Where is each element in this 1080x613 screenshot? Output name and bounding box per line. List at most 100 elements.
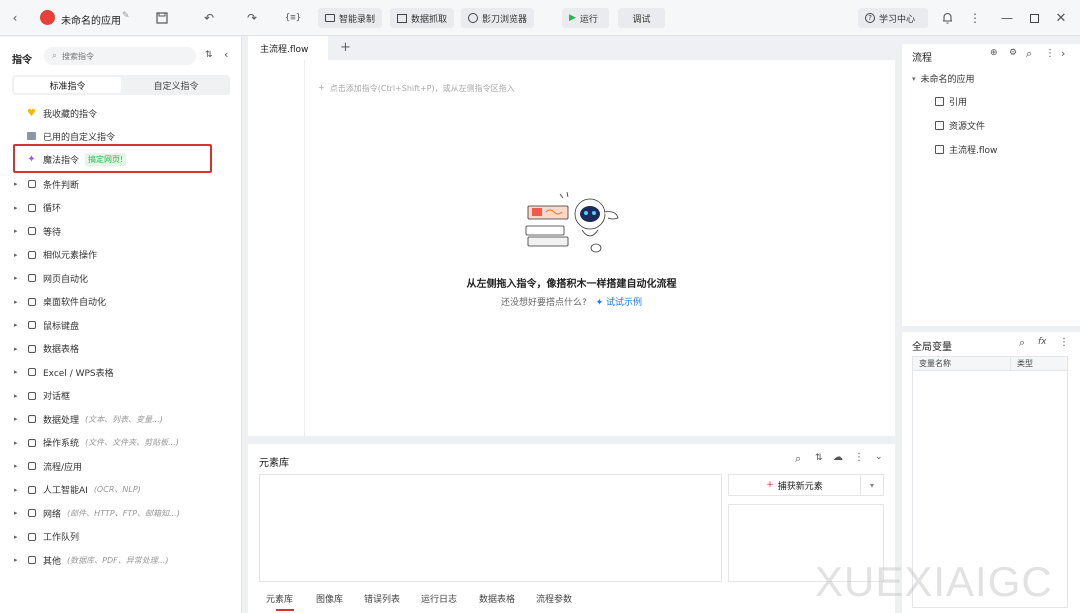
desktop-icon <box>26 296 37 307</box>
smart-record-button[interactable]: 智能录制 <box>318 8 383 28</box>
instruction-category-hint: (OCR、NLP) <box>93 485 141 494</box>
search-icon[interactable]: ⌕ <box>1026 47 1032 61</box>
instruction-category[interactable]: ▸ 相似元素操作 <box>14 247 103 263</box>
bottom-tab[interactable]: 图像库 <box>316 592 343 605</box>
flow-root[interactable]: ▾ 未命名的应用 <box>912 72 975 86</box>
used-custom-instructions[interactable]: 已用的自定义指令 <box>26 128 115 144</box>
instruction-category[interactable]: ▸ 其他 (数据库、PDF、异常处理...) <box>14 552 168 568</box>
chevron-down-icon[interactable]: ⌄ <box>875 452 883 462</box>
box-icon <box>26 131 37 142</box>
instruction-category-label: 数据表格 <box>43 345 80 355</box>
favorite-label: 我收藏的指令 <box>43 109 98 120</box>
search-icon: ⌕ <box>52 51 58 61</box>
add-tab-icon[interactable]: + <box>340 40 351 55</box>
instruction-category[interactable]: ▸ 鼠标键盘 <box>14 317 85 333</box>
search-icon[interactable]: ⌕ <box>1019 336 1025 350</box>
instruction-category[interactable]: ▸ 等待 <box>14 223 67 239</box>
magic-instruction[interactable]: ✦ 魔法指令 搞定网页! <box>26 151 127 167</box>
hourglass-icon <box>26 226 37 237</box>
more-icon[interactable]: ⋮ <box>1059 337 1069 348</box>
instruction-category[interactable]: ▸ 人工智能AI (OCR、NLP) <box>14 482 141 498</box>
bottom-tab[interactable]: 流程参数 <box>536 592 572 605</box>
function-icon[interactable]: fx <box>1038 337 1047 347</box>
run-button[interactable]: ▶ 运行 <box>562 8 609 28</box>
grid-icon <box>26 555 37 566</box>
capture-new-element-button[interactable]: + 捕获新元素 ▾ <box>728 474 884 496</box>
more-icon[interactable]: ⋮ <box>1045 48 1055 59</box>
undo-icon[interactable]: ↶ <box>200 9 218 27</box>
collapse-left-icon[interactable]: ‹ <box>224 48 228 61</box>
instruction-category[interactable]: ▸ 数据处理 (文本、列表、变量...) <box>14 411 163 427</box>
instruction-search[interactable]: ⌕ <box>44 47 196 65</box>
run-label: 运行 <box>579 14 598 25</box>
help-icon: ? <box>865 13 875 23</box>
instruction-category[interactable]: ▸ 循环 <box>14 200 67 216</box>
instruction-category-label: 网络 <box>43 509 62 520</box>
back-icon[interactable]: ‹ <box>6 9 24 27</box>
maximize-icon[interactable] <box>1025 9 1043 27</box>
edit-name-icon[interactable]: ✎ <box>122 11 130 21</box>
instruction-category-hint: (邮件、HTTP、FTP、邮箱知...) <box>67 508 180 518</box>
redo-icon[interactable]: ↷ <box>243 9 261 27</box>
bell-icon[interactable] <box>938 9 956 27</box>
learning-center-label: 学习中心 <box>879 14 916 25</box>
chevron-down-icon[interactable]: ▾ <box>861 481 883 490</box>
debug-button[interactable]: 调试 <box>618 8 665 28</box>
instruction-category[interactable]: ▸ 对话框 <box>14 388 76 404</box>
element-tree-area[interactable] <box>259 474 722 582</box>
caret-right-icon: ▸ <box>14 391 18 400</box>
search-input[interactable] <box>62 51 173 61</box>
flow-item-label: 资源文件 <box>949 122 986 132</box>
tab-standard[interactable]: 标准指令 <box>14 77 121 93</box>
app-name[interactable]: 未命名的应用 <box>61 12 121 27</box>
favorite-instructions[interactable]: ♥ 我收藏的指令 <box>26 105 97 121</box>
bottom-tab[interactable]: 数据表格 <box>479 592 515 605</box>
learning-center-button[interactable]: ? 学习中心 <box>858 8 928 28</box>
add-instruction-hint[interactable]: + 点击添加指令(Ctrl+Shift+P)，或从左侧指令区拖入 <box>318 83 515 94</box>
flow-item[interactable]: 资源文件 <box>935 119 985 132</box>
instruction-category[interactable]: ▸ 条件判断 <box>14 176 85 192</box>
browser-button[interactable]: 影刀浏览器 <box>461 8 535 28</box>
bottom-tab[interactable]: 错误列表 <box>364 592 400 605</box>
tab-custom[interactable]: 自定义指令 <box>124 77 228 93</box>
plus-icon: + <box>766 480 774 490</box>
sparkle-icon: ✦ <box>27 153 36 165</box>
save-icon[interactable] <box>153 9 171 27</box>
instruction-category[interactable]: ▸ 工作队列 <box>14 529 85 545</box>
flow-item[interactable]: 主流程.flow <box>935 143 997 156</box>
instruction-category[interactable]: ▸ 操作系统 (文件、文件夹、剪贴板...) <box>14 435 179 451</box>
search-icon[interactable]: ⌕ <box>795 452 801 466</box>
instruction-category[interactable]: ▸ Excel / WPS表格 <box>14 364 120 380</box>
sort-icon[interactable]: ⇅ <box>815 453 823 463</box>
instruction-category-label: 桌面软件自动化 <box>43 298 107 308</box>
instruction-category[interactable]: ▸ 数据表格 <box>14 341 85 357</box>
instruction-category-label: 人工智能AI <box>43 486 88 496</box>
tab-custom-label: 自定义指令 <box>153 81 199 92</box>
instruction-category[interactable]: ▸ 网页自动化 <box>14 270 94 286</box>
try-example-link[interactable]: ✦ 试试示例 <box>596 298 642 308</box>
instruction-category[interactable]: ▸ 桌面软件自动化 <box>14 294 112 310</box>
more-icon[interactable]: ⋮ <box>854 452 864 463</box>
variable-icon[interactable]: {≡} <box>284 9 302 27</box>
more-icon[interactable]: ⋮ <box>966 9 984 27</box>
branch-icon <box>26 179 37 190</box>
instruction-category[interactable]: ▸ 流程/应用 <box>14 458 88 474</box>
chevron-right-icon[interactable]: › <box>1061 47 1065 60</box>
add-flow-icon[interactable]: ⊕ <box>990 48 998 58</box>
close-icon[interactable]: ✕ <box>1052 9 1070 27</box>
flow-panel-title: 流程 <box>912 53 932 64</box>
layers-icon <box>26 461 37 472</box>
bottom-tab[interactable]: 运行日志 <box>421 592 457 605</box>
record-icon <box>325 14 335 22</box>
tab-main-flow[interactable]: 主流程.flow <box>248 36 328 60</box>
data-capture-button[interactable]: 数据抓取 <box>390 8 455 28</box>
flow-item[interactable]: 引用 <box>935 95 967 108</box>
instruction-category-hint: (文本、列表、变量...) <box>85 414 163 424</box>
app-logo <box>40 10 55 25</box>
cloud-upload-icon[interactable]: ☁ <box>833 452 843 463</box>
minimize-icon[interactable]: — <box>998 9 1016 27</box>
sort-icon[interactable]: ⇅ <box>205 50 213 60</box>
instruction-category[interactable]: ▸ 网络 (邮件、HTTP、FTP、邮箱知...) <box>14 505 180 521</box>
bottom-tab[interactable]: 元素库 <box>266 592 293 605</box>
settings-icon[interactable]: ⚙ <box>1009 48 1017 58</box>
